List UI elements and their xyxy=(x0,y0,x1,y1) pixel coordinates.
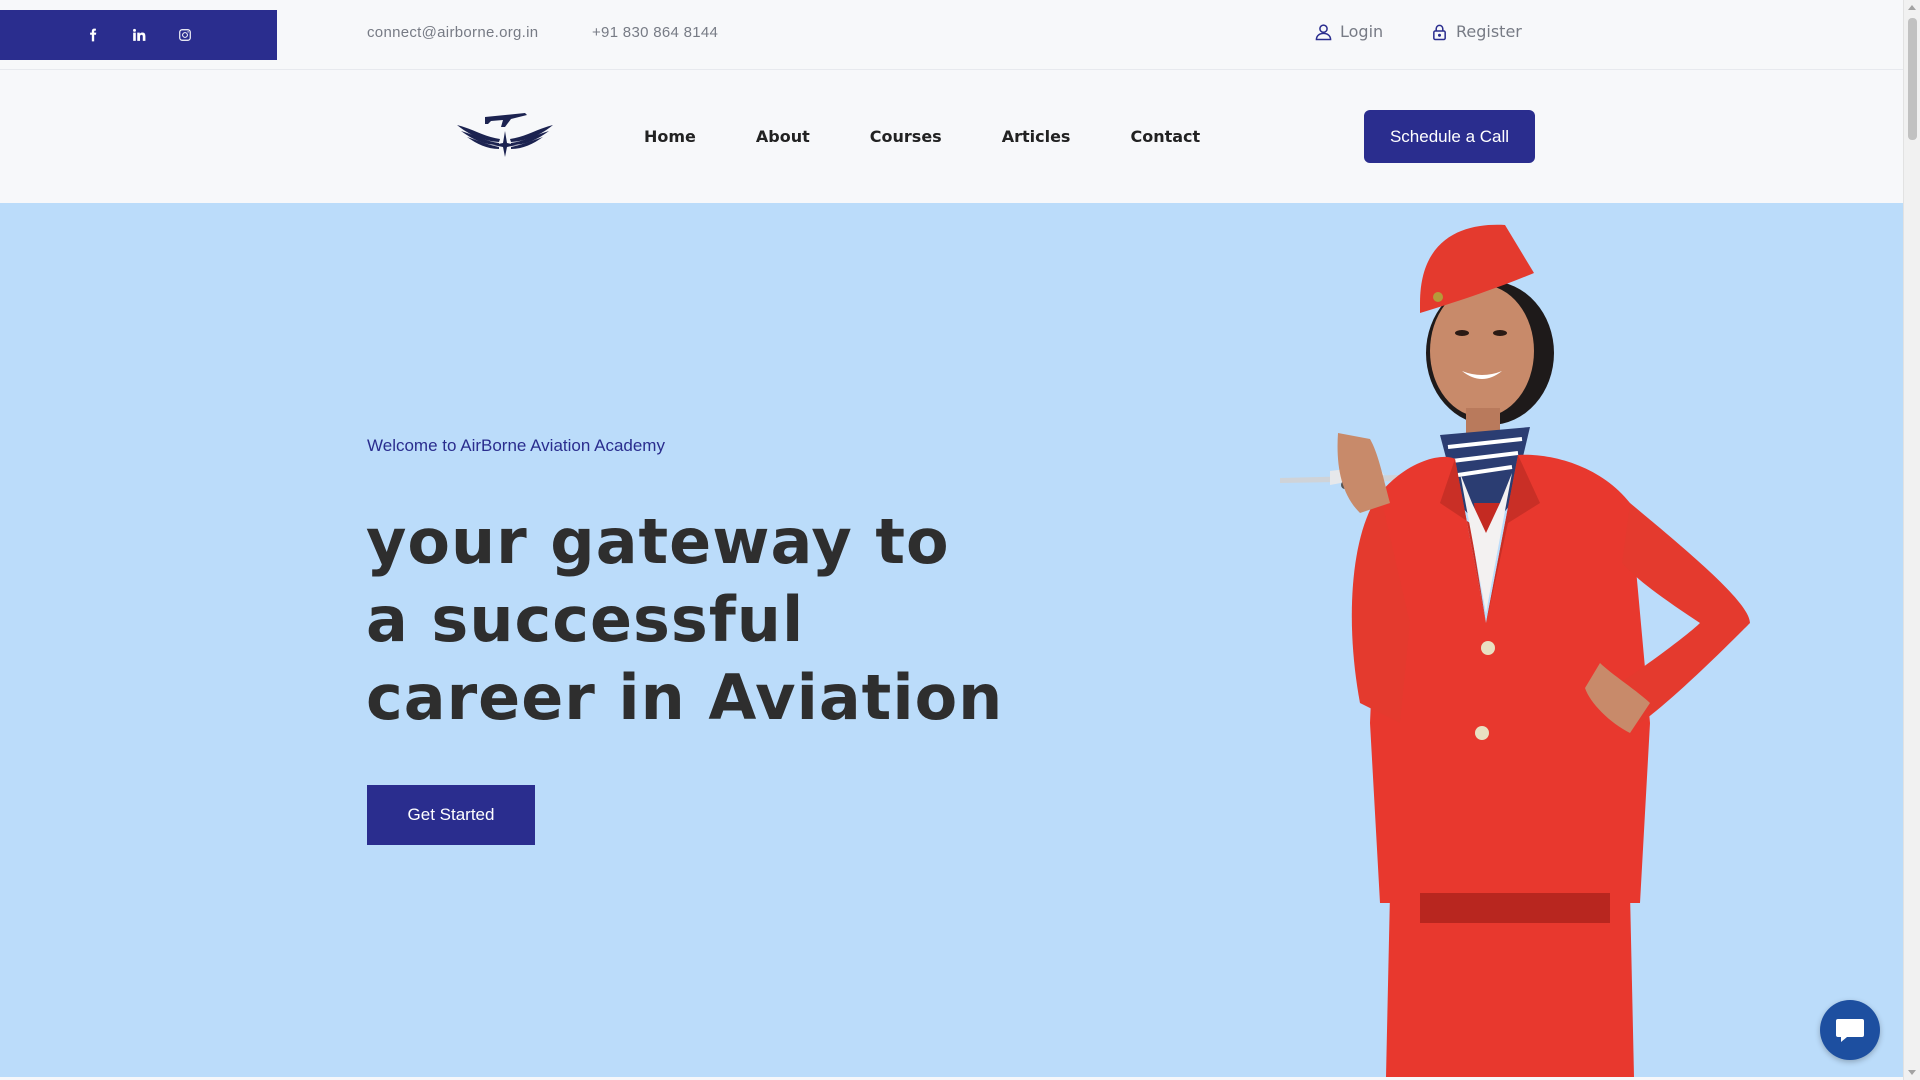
airborne-logo[interactable] xyxy=(455,107,555,157)
nav-about[interactable]: About xyxy=(756,127,810,146)
page: connect@airborne.org.in +91 830 864 8144… xyxy=(0,0,1920,1080)
main-navbar: Home About Courses Articles Contact Sche… xyxy=(0,71,1903,203)
instagram-icon[interactable] xyxy=(174,24,196,46)
headline-line-1: your gateway to xyxy=(366,505,950,578)
headline-line-2: a successful xyxy=(366,583,805,656)
chat-widget-button[interactable] xyxy=(1820,1000,1880,1060)
register-label: Register xyxy=(1456,22,1522,41)
top-bar: connect@airborne.org.in +91 830 864 8144… xyxy=(0,0,1903,70)
linkedin-icon[interactable] xyxy=(128,24,150,46)
flight-attendant-image xyxy=(1280,224,1750,1077)
login-link[interactable]: Login xyxy=(1315,22,1383,41)
nav-home[interactable]: Home xyxy=(644,127,696,146)
user-icon xyxy=(1315,23,1332,40)
page-scrollbar[interactable] xyxy=(1903,0,1920,1080)
social-links xyxy=(0,10,277,60)
primary-nav: Home About Courses Articles Contact xyxy=(644,127,1260,146)
nav-courses[interactable]: Courses xyxy=(870,127,942,146)
email-link[interactable]: connect@airborne.org.in xyxy=(367,24,538,41)
hero-section: Welcome to AirBorne Aviation Academy you… xyxy=(0,203,1903,1077)
hero-welcome-text: Welcome to AirBorne Aviation Academy xyxy=(367,436,665,455)
chat-icon xyxy=(1836,1019,1864,1042)
phone-link[interactable]: +91 830 864 8144 xyxy=(592,24,718,41)
scroll-down-icon[interactable] xyxy=(1908,1070,1916,1075)
scrollbar-thumb[interactable] xyxy=(1908,18,1917,140)
register-link[interactable]: Register xyxy=(1431,22,1522,41)
login-label: Login xyxy=(1340,22,1384,41)
hero-headline: your gateway to a successful career in A… xyxy=(366,503,1066,737)
headline-line-3: career in Aviation xyxy=(366,661,1004,734)
lock-icon xyxy=(1433,24,1446,40)
nav-articles[interactable]: Articles xyxy=(1002,127,1071,146)
schedule-call-button[interactable]: Schedule a Call xyxy=(1364,110,1535,163)
facebook-icon[interactable] xyxy=(82,24,104,46)
get-started-button[interactable]: Get Started xyxy=(367,785,535,845)
scroll-up-icon[interactable] xyxy=(1908,5,1916,10)
nav-contact[interactable]: Contact xyxy=(1130,127,1200,146)
